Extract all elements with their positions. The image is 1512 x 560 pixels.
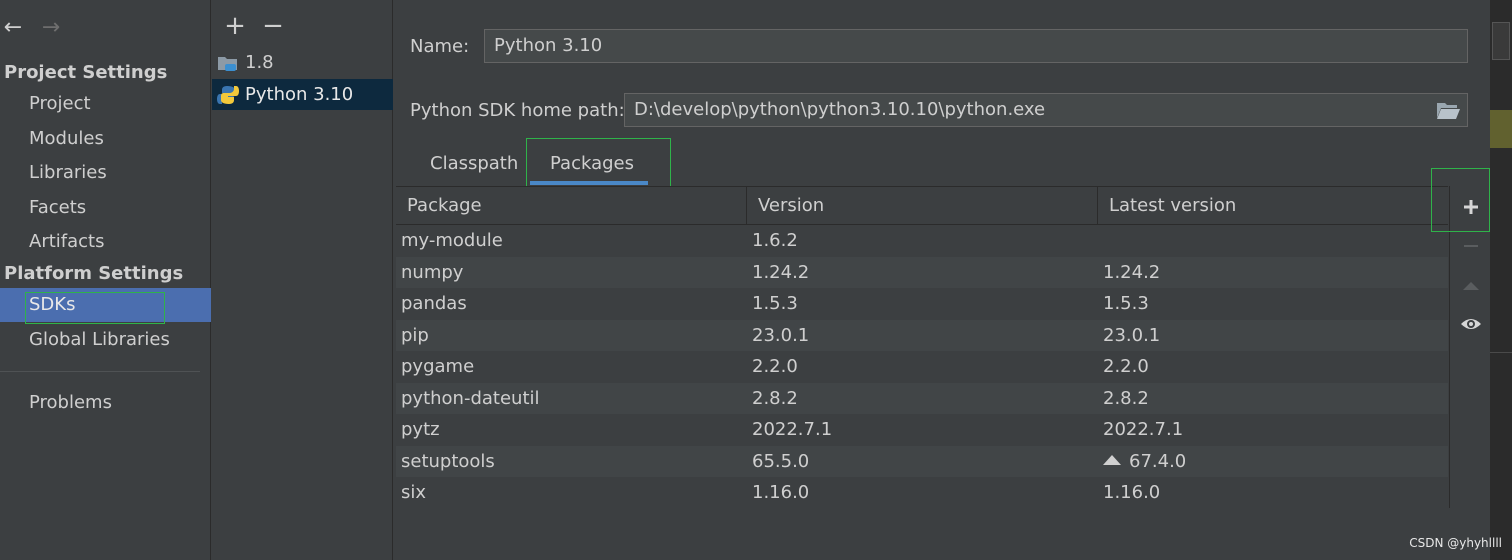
arrow-right-icon[interactable]: →	[38, 14, 64, 42]
package-name-cell: six	[401, 482, 427, 503]
nav-item-artifacts[interactable]: Artifacts	[0, 225, 211, 259]
project-settings-heading: Project Settings	[4, 62, 168, 83]
package-version-cell: 1.16.0	[752, 482, 810, 503]
eye-icon	[1460, 319, 1481, 329]
latest-version-text: 2.8.2	[1103, 387, 1149, 409]
package-name-cell: pandas	[401, 293, 467, 314]
table-row[interactable]: pygame 2.2.0 2.2.0	[396, 351, 1448, 383]
install-highlight-box	[1431, 168, 1490, 232]
package-latest-cell: 1.16.0	[1103, 477, 1160, 509]
editor-highlight-band	[1490, 110, 1512, 148]
table-row[interactable]: pytz 2022.7.1 2022.7.1	[396, 414, 1448, 446]
sdk-detail-panel: Name: Python 3.10 Python SDK home path: …	[394, 0, 1490, 560]
nav-item-problems[interactable]: Problems	[0, 386, 211, 420]
remove-sdk-button[interactable]: −	[260, 8, 286, 44]
sdk-item-python[interactable]: Python 3.10	[212, 79, 393, 110]
package-version-cell: 23.0.1	[752, 324, 810, 346]
latest-version-text: 67.4.0	[1129, 450, 1187, 472]
name-field[interactable]: Python 3.10	[484, 29, 1468, 63]
table-row[interactable]: pip 23.0.1 23.0.1	[396, 319, 1448, 352]
package-latest-cell: 2.2.0	[1103, 351, 1149, 383]
nav-item-modules[interactable]: Modules	[0, 122, 211, 156]
uninstall-package-button[interactable]	[1450, 227, 1491, 265]
platform-settings-heading: Platform Settings	[4, 263, 184, 284]
package-latest-cell: 23.0.1	[1103, 320, 1160, 352]
nav-item-project[interactable]: Project	[0, 87, 211, 121]
latest-version-text: 1.16.0	[1103, 482, 1161, 503]
package-version-cell: 2.2.0	[752, 356, 798, 377]
package-version-cell: 1.24.2	[752, 261, 810, 283]
latest-version-text: 2022.7.1	[1103, 419, 1184, 440]
package-latest-cell: 67.4.0	[1103, 446, 1186, 478]
minus-icon	[1463, 245, 1478, 247]
package-toolbar	[1449, 186, 1490, 508]
column-header-package[interactable]: Package	[396, 187, 747, 225]
sdk-list-panel: + − 1.8 Python 3.10	[212, 0, 393, 560]
package-version-cell: 2022.7.1	[752, 419, 833, 440]
package-name-cell: pip	[401, 324, 429, 346]
package-latest-cell: 2.8.2	[1103, 383, 1149, 415]
package-name-cell: pytz	[401, 419, 440, 440]
arrow-left-icon[interactable]: ←	[0, 14, 26, 42]
nav-divider	[0, 371, 200, 372]
latest-version-text: 23.0.1	[1103, 324, 1161, 346]
package-name-cell: python-dateutil	[401, 387, 540, 409]
editor-scroll-button[interactable]	[1492, 22, 1510, 60]
package-latest-cell: 1.24.2	[1103, 257, 1160, 289]
latest-version-text: 1.5.3	[1103, 293, 1149, 314]
upgrade-triangle-icon	[1462, 282, 1479, 290]
jdk-folder-icon	[218, 57, 237, 71]
table-row[interactable]: setuptools 65.5.0 67.4.0	[396, 445, 1448, 478]
column-header-latest[interactable]: Latest version	[1098, 187, 1448, 225]
packages-table: Package Version Latest version my-module…	[396, 186, 1448, 508]
watermark: CSDN @yhyhllll	[1409, 536, 1502, 550]
sdk-item-jdk[interactable]: 1.8	[212, 47, 393, 78]
nav-item-libraries[interactable]: Libraries	[0, 156, 211, 190]
column-header-version[interactable]: Version	[747, 187, 1098, 225]
tab-classpath[interactable]: Classpath	[416, 144, 532, 184]
upgrade-package-button[interactable]	[1450, 266, 1491, 304]
package-latest-cell: 2022.7.1	[1103, 414, 1183, 446]
folder-open-icon[interactable]	[1435, 98, 1461, 122]
home-path-field[interactable]: D:\develop\python\python3.10.10\python.e…	[624, 93, 1468, 127]
package-name-cell: numpy	[401, 261, 464, 283]
nav-item-facets[interactable]: Facets	[0, 191, 211, 225]
package-name-cell: my-module	[401, 230, 503, 251]
editor-edge-strip	[1490, 0, 1512, 560]
table-row[interactable]: my-module 1.6.2	[396, 225, 1448, 257]
package-latest-cell: 1.5.3	[1103, 288, 1149, 320]
latest-version-text: 2.2.0	[1103, 356, 1149, 377]
package-version-cell: 1.5.3	[752, 293, 798, 314]
table-row[interactable]: six 1.16.0 1.16.0	[396, 477, 1448, 509]
nav-item-global-libraries[interactable]: Global Libraries	[0, 323, 211, 357]
home-path-value: D:\develop\python\python3.10.10\python.e…	[634, 99, 1046, 120]
add-sdk-button[interactable]: +	[222, 8, 248, 44]
editor-divider	[1490, 352, 1512, 353]
show-early-releases-button[interactable]	[1450, 305, 1491, 343]
sdk-item-label: 1.8	[245, 52, 274, 73]
package-version-cell: 2.8.2	[752, 387, 798, 409]
sdk-item-label: Python 3.10	[245, 84, 354, 105]
latest-version-text: 1.24.2	[1103, 261, 1161, 283]
package-name-cell: setuptools	[401, 450, 495, 472]
sdks-highlight-box	[25, 292, 165, 324]
package-version-cell: 65.5.0	[752, 450, 810, 472]
table-row[interactable]: pandas 1.5.3 1.5.3	[396, 288, 1448, 320]
upgrade-available-icon	[1103, 454, 1121, 465]
table-header: Package Version Latest version	[396, 187, 1448, 225]
table-row[interactable]: numpy 1.24.2 1.24.2	[396, 256, 1448, 289]
package-name-cell: pygame	[401, 356, 475, 377]
name-label: Name:	[410, 36, 470, 57]
settings-nav: ← → Project Settings Project Modules Lib…	[0, 0, 211, 560]
table-row[interactable]: python-dateutil 2.8.2 2.8.2	[396, 382, 1448, 415]
package-version-cell: 1.6.2	[752, 230, 798, 251]
home-path-label: Python SDK home path:	[410, 100, 625, 121]
python-icon	[217, 86, 239, 104]
